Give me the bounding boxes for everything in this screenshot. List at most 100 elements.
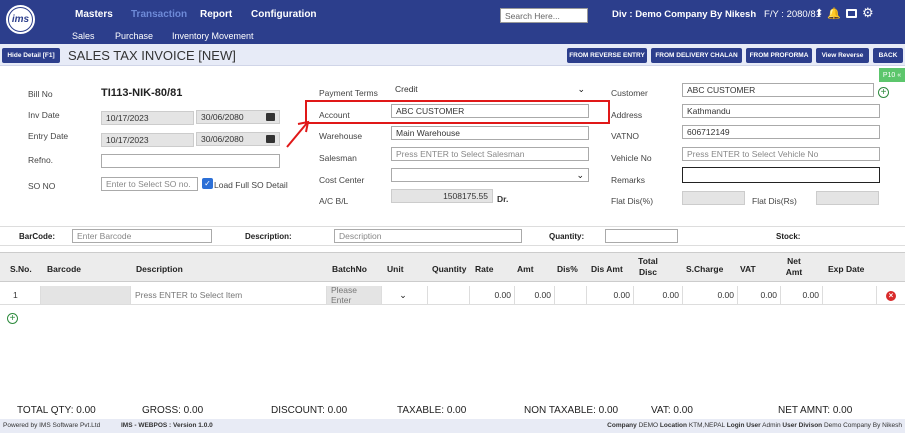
entry-date-input[interactable]: 10/17/2023 bbox=[101, 133, 194, 147]
chevron-down-icon: ⌄ bbox=[577, 84, 585, 94]
col-amt: Amt bbox=[517, 264, 534, 274]
col-vat: VAT bbox=[740, 264, 756, 274]
col-barcode: Barcode bbox=[47, 264, 82, 274]
row-net-amt: 0.00 bbox=[781, 286, 823, 304]
so-no-label: SO NO bbox=[28, 181, 56, 191]
col-description: Description bbox=[136, 264, 183, 274]
quantity-label: Quantity: bbox=[549, 232, 585, 241]
stock-label: Stock: bbox=[776, 232, 801, 241]
row-description-input[interactable]: Press ENTER to Select Item bbox=[131, 286, 327, 304]
p10-toggle-button[interactable]: P10 « bbox=[879, 68, 905, 82]
flat-dis-pct-label: Flat Dis(%) bbox=[611, 196, 654, 206]
logo-text: ims bbox=[8, 7, 33, 32]
bell-icon[interactable]: 🔔 bbox=[827, 7, 841, 20]
barcode-input[interactable]: Enter Barcode bbox=[72, 229, 212, 243]
submenu-purchase[interactable]: Purchase bbox=[115, 31, 153, 41]
quantity-input[interactable] bbox=[605, 229, 678, 243]
vehicle-no-input[interactable]: Press ENTER to Select Vehicle No bbox=[682, 147, 880, 161]
inv-date-input[interactable]: 10/17/2023 bbox=[101, 111, 194, 125]
load-full-so-checkbox[interactable]: ✓ bbox=[202, 178, 213, 189]
menu-report[interactable]: Report bbox=[200, 9, 232, 20]
row-exp-date[interactable] bbox=[823, 286, 877, 304]
flat-dis-rs-input[interactable] bbox=[816, 191, 879, 205]
vatno-input[interactable]: 606712149 bbox=[682, 125, 880, 139]
flat-dis-rs-label: Flat Dis(Rs) bbox=[752, 196, 797, 206]
inv-date-label: Inv Date bbox=[28, 110, 60, 120]
chevron-down-icon: ⌄ bbox=[399, 289, 407, 300]
entry-date-bs-input[interactable]: 30/06/2080 bbox=[196, 132, 280, 146]
payment-terms-label: Payment Terms bbox=[319, 88, 378, 98]
footer: Powered by IMS Software Pvt.Ltd IMS - WE… bbox=[0, 419, 905, 433]
ims-logo[interactable]: ims bbox=[4, 3, 37, 36]
chevron-down-icon: ⌄ bbox=[576, 170, 584, 180]
menu-masters[interactable]: Masters bbox=[75, 9, 113, 20]
view-reverse-button[interactable]: View Reverse bbox=[816, 48, 869, 63]
net-amount-total: NET AMNT: 0.00 bbox=[778, 405, 853, 416]
submenu-sales[interactable]: Sales bbox=[72, 31, 95, 41]
acbl-suffix: Dr. bbox=[497, 194, 509, 204]
row-dis-pct[interactable] bbox=[555, 286, 587, 304]
footer-login-label: Login User bbox=[726, 422, 761, 429]
col-net-amt: Net Amt bbox=[785, 256, 803, 277]
cost-center-select[interactable]: ⌄ bbox=[391, 168, 589, 182]
submenu-inventory-movement[interactable]: Inventory Movement bbox=[172, 31, 254, 41]
add-customer-icon[interactable]: + bbox=[878, 87, 889, 98]
search-input[interactable]: Search Here... bbox=[500, 8, 588, 23]
flat-dis-pct-input[interactable] bbox=[682, 191, 745, 205]
vehicle-no-label: Vehicle No bbox=[611, 153, 652, 163]
description-label: Description: bbox=[245, 232, 292, 241]
from-proforma-button[interactable]: FROM PROFORMA bbox=[746, 48, 812, 63]
footer-division-label: User Divison bbox=[782, 422, 823, 429]
row-vat: 0.00 bbox=[738, 286, 781, 304]
customer-label: Customer bbox=[611, 88, 648, 98]
row-batch-input[interactable]: Please Enter bbox=[327, 285, 382, 305]
printer-icon[interactable] bbox=[846, 9, 857, 18]
description-input[interactable]: Description bbox=[334, 229, 522, 243]
col-total-disc: Total Disc bbox=[638, 256, 658, 277]
fiscal-year-text: F/Y : 2080/81 bbox=[764, 9, 821, 20]
salesman-input[interactable]: Press ENTER to Select Salesman bbox=[391, 147, 589, 161]
division-text: Div : Demo Company By Nikesh bbox=[612, 9, 757, 20]
refno-label: Refno. bbox=[28, 155, 54, 165]
load-full-so-label: Load Full SO Detail bbox=[214, 180, 288, 190]
row-unit-select[interactable]: ⌄ bbox=[382, 286, 428, 304]
footer-location-label: Location bbox=[659, 422, 687, 429]
from-reverse-entry-button[interactable]: FROM REVERSE ENTRY bbox=[567, 48, 647, 63]
gear-icon[interactable]: ⚙ bbox=[862, 5, 874, 21]
row-quantity-input[interactable] bbox=[428, 286, 470, 304]
menu-configuration[interactable]: Configuration bbox=[251, 9, 317, 20]
delete-row-icon[interactable]: × bbox=[886, 291, 896, 301]
menu-transaction[interactable]: Transaction bbox=[131, 9, 187, 20]
warehouse-label: Warehouse bbox=[319, 131, 363, 141]
row-barcode-input[interactable] bbox=[41, 286, 131, 304]
warehouse-input[interactable]: Main Warehouse bbox=[391, 126, 589, 140]
add-row-icon[interactable]: + bbox=[7, 313, 18, 324]
taxable-total: TAXABLE: 0.00 bbox=[397, 405, 467, 416]
discount-total: DISCOUNT: 0.00 bbox=[271, 405, 348, 416]
remarks-input[interactable] bbox=[682, 167, 880, 183]
col-batchno: BatchNo bbox=[332, 264, 367, 274]
address-input[interactable]: Kathmandu bbox=[682, 104, 880, 118]
row-scharge[interactable]: 0.00 bbox=[683, 286, 738, 304]
hide-detail-button[interactable]: Hide Detail [F1] bbox=[2, 48, 60, 63]
fiscal-year-toggle-icon[interactable]: ⬍ bbox=[815, 8, 823, 19]
col-sno: S.No. bbox=[10, 264, 32, 274]
col-exp-date: Exp Date bbox=[828, 264, 865, 274]
refno-input[interactable] bbox=[101, 154, 280, 168]
footer-company-info: Company DEMO Location KTM,NEPAL Login Us… bbox=[607, 422, 902, 429]
row-dis-amt[interactable]: 0.00 bbox=[587, 286, 634, 304]
so-no-input[interactable]: Enter to Select SO no. bbox=[101, 177, 198, 191]
barcode-label: BarCode: bbox=[19, 232, 56, 241]
payment-terms-select[interactable]: Credit ⌄ bbox=[391, 83, 589, 97]
entry-date-bs-text: 30/06/2080 bbox=[201, 133, 244, 144]
gross-total: GROSS: 0.00 bbox=[142, 405, 204, 416]
from-delivery-chalan-button[interactable]: FROM DELIVERY CHALAN bbox=[651, 48, 742, 63]
inv-date-bs-input[interactable]: 30/06/2080 bbox=[196, 110, 280, 124]
calendar-icon[interactable] bbox=[266, 135, 275, 143]
customer-input[interactable]: ABC CUSTOMER bbox=[682, 83, 874, 97]
bill-no-value: TI113-NIK-80/81 bbox=[101, 87, 183, 99]
row-rate[interactable]: 0.00 bbox=[470, 286, 515, 304]
calendar-icon[interactable] bbox=[266, 113, 275, 121]
back-button[interactable]: BACK bbox=[873, 48, 903, 63]
footer-powered-by: Powered by IMS Software Pvt.Ltd bbox=[3, 422, 101, 429]
